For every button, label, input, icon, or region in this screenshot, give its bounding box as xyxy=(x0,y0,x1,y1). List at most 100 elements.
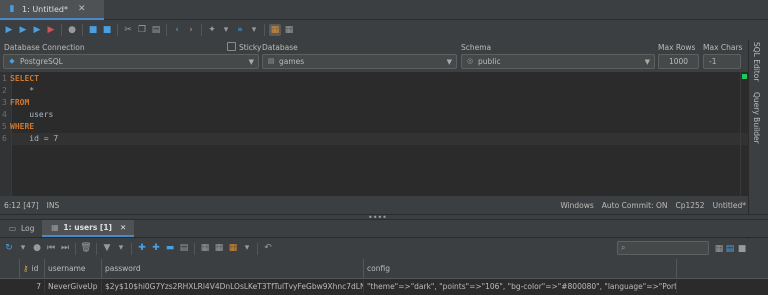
schema-label: Schema xyxy=(461,43,492,52)
toolbar-separator xyxy=(166,24,167,36)
table-cell-password[interactable]: $2y$10$hi0G7Yzs2RHXLRl4V4DnLOsLKeT3TfTul… xyxy=(102,280,364,293)
stop-icon[interactable]: ● xyxy=(66,24,78,36)
execute-icon[interactable]: ▶ xyxy=(3,24,15,36)
max-chars-field[interactable]: -1 xyxy=(703,54,741,69)
execute-script-icon[interactable]: ▶ xyxy=(17,24,29,36)
column-header-id[interactable]: ⚷ id xyxy=(20,259,45,279)
close-icon[interactable]: ✕ xyxy=(78,4,86,14)
tab-log-label: Log xyxy=(21,224,35,233)
code-line: id = 7 xyxy=(10,134,59,143)
toggle-result-icon[interactable]: ▦ xyxy=(269,24,281,36)
back-icon[interactable]: ‹ xyxy=(171,24,183,36)
export-icon[interactable]: ▦ xyxy=(227,243,239,255)
toolbar-separator xyxy=(75,242,76,255)
format-sql-icon[interactable]: ✦ xyxy=(206,24,218,36)
cut-icon[interactable]: ✂ xyxy=(122,24,134,36)
table-cell-id[interactable]: 7 xyxy=(0,280,45,293)
chevron-down-icon[interactable]: ▾ xyxy=(115,243,127,255)
code-line: WHERE xyxy=(10,122,35,131)
auto-commit-status[interactable]: Auto Commit: ON xyxy=(602,201,668,210)
explain-icon[interactable]: ▶ xyxy=(45,24,57,36)
duplicate-row-icon[interactable]: ✚ xyxy=(150,243,162,255)
table-cell-config[interactable]: "theme"=>"dark", "points"=>"106", "bg-co… xyxy=(364,280,677,293)
close-icon[interactable]: ✕ xyxy=(120,223,126,232)
column-header-filler xyxy=(677,259,768,279)
sql-editor-sidetab[interactable]: SQL Editor xyxy=(752,42,761,81)
toolbar-separator xyxy=(257,242,258,255)
grid-view-icon[interactable]: ▦ xyxy=(199,243,211,255)
toolbar-separator xyxy=(61,24,62,36)
code-line: * xyxy=(10,86,35,95)
paste-icon[interactable]: ▤ xyxy=(150,24,162,36)
column-header-config[interactable]: config xyxy=(364,259,677,279)
caret-position: 6:12 [47] xyxy=(4,201,39,210)
stop-icon[interactable]: ● xyxy=(31,243,43,255)
line-number: 3 xyxy=(2,98,7,107)
max-chars-label: Max Chars xyxy=(703,43,743,52)
table-cell-username[interactable]: NeverGiveUp xyxy=(45,280,102,293)
forward-icon[interactable]: › xyxy=(185,24,197,36)
row-number-header xyxy=(0,259,20,279)
toolbar-separator xyxy=(82,24,83,36)
copy-icon[interactable]: ❐ xyxy=(136,24,148,36)
key-icon: ⚷ xyxy=(23,264,29,273)
add-row-icon[interactable]: ✚ xyxy=(136,243,148,255)
refresh-icon[interactable]: ↻ xyxy=(3,243,15,255)
editor-status-bar: 6:12 [47] INS Windows Auto Commit: ON Cp… xyxy=(0,197,748,214)
database-select[interactable]: ▤ games ▼ xyxy=(262,54,457,69)
query-builder-sidetab[interactable]: Query Builder xyxy=(752,92,761,144)
execute-selection-icon[interactable]: ▶ xyxy=(31,24,43,36)
first-page-icon[interactable]: ⏮ xyxy=(45,243,57,255)
tab-log[interactable]: ▭ Log xyxy=(0,220,42,237)
database-value: games xyxy=(279,57,305,66)
remove-row-icon[interactable]: ▬ xyxy=(164,243,176,255)
filter-icon[interactable]: ▼ xyxy=(101,243,113,255)
last-page-icon[interactable]: ⏭ xyxy=(59,243,71,255)
tab-users-result[interactable]: ▦ 1: users [1] ✕ xyxy=(42,220,135,237)
status-ok-marker xyxy=(742,74,747,79)
options-icon[interactable]: ■ xyxy=(736,243,748,255)
encoding[interactable]: Cp1252 xyxy=(675,201,704,210)
toggle-layout-icon[interactable]: ▦ xyxy=(283,24,295,36)
line-ending[interactable]: Windows xyxy=(560,201,593,210)
code-line: FROM xyxy=(10,98,30,107)
chevron-down-icon[interactable]: ▾ xyxy=(248,24,260,36)
save-as-icon[interactable]: ■ xyxy=(101,24,113,36)
column-header-password[interactable]: password xyxy=(102,259,364,279)
tab-title: 1: Untitled* xyxy=(22,4,68,14)
db-connection-select[interactable]: ◆ PostgreSQL ▼ xyxy=(3,54,259,69)
insert-mode: INS xyxy=(46,201,60,210)
column-header-label: config xyxy=(367,264,390,273)
line-number: 1 xyxy=(2,74,7,83)
sticky-checkbox[interactable] xyxy=(227,42,236,51)
result-toolbar: ↻ ▾ ● ⏮ ⏭ 🗑 ▼ ▾ ✚ ✚ ▬ ▤ ▦ ▦ ▦ ▾ ↶ ⌕ ▦ ▤ … xyxy=(0,239,768,258)
line-number: 6 xyxy=(2,134,7,143)
document-tab-bar: ▮ 1: Untitled* ✕ xyxy=(0,0,768,20)
db-connection-value: PostgreSQL xyxy=(20,57,63,66)
delete-row-icon[interactable]: 🗑 xyxy=(80,243,92,255)
commit-icon[interactable]: ▤ xyxy=(178,243,190,255)
next-match-icon[interactable]: ▤ xyxy=(724,243,736,255)
toolbar-separator xyxy=(96,242,97,255)
tab-untitled[interactable]: ▮ 1: Untitled* ✕ xyxy=(0,0,104,20)
toolbar-separator xyxy=(264,24,265,36)
line-number: 5 xyxy=(2,122,7,131)
schema-select[interactable]: ◎ public ▼ xyxy=(461,54,655,69)
undo-icon[interactable]: ↶ xyxy=(262,243,274,255)
chevron-down-icon: ▼ xyxy=(446,57,452,66)
run-history-icon[interactable]: » xyxy=(234,24,246,36)
max-chars-value: -1 xyxy=(709,57,717,66)
current-line-highlight xyxy=(12,133,748,145)
chevron-down-icon[interactable]: ▾ xyxy=(17,243,29,255)
save-icon[interactable]: ■ xyxy=(87,24,99,36)
max-rows-field[interactable]: 1000 xyxy=(658,54,699,69)
chevron-down-icon[interactable]: ▾ xyxy=(220,24,232,36)
sticky-label: Sticky xyxy=(239,43,262,52)
chevron-down-icon[interactable]: ▾ xyxy=(241,243,253,255)
result-search-input[interactable]: ⌕ xyxy=(617,241,709,255)
sql-editor-sidetab-label: SQL Editor xyxy=(752,42,761,82)
column-header-username[interactable]: username xyxy=(45,259,102,279)
database-label: Database xyxy=(262,43,298,52)
toolbar-separator xyxy=(201,24,202,36)
text-view-icon[interactable]: ▦ xyxy=(213,243,225,255)
